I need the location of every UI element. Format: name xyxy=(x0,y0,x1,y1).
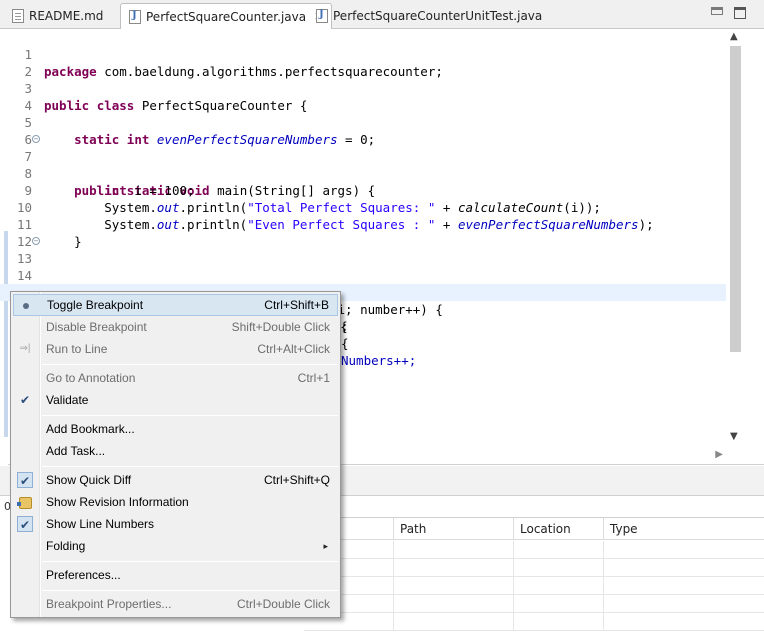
menu-item-label: Add Task... xyxy=(46,444,106,458)
revision-icon xyxy=(17,494,33,510)
menu-item-validate[interactable]: ✔ Validate xyxy=(13,389,338,411)
menu-separator xyxy=(42,364,338,365)
code-line: 13 − public static int calculateCount(in… xyxy=(0,233,726,300)
menu-item-shortcut: Ctrl+1 xyxy=(297,371,330,385)
code-line: 4 xyxy=(0,80,726,113)
maximize-icon[interactable] xyxy=(734,7,746,19)
menu-item-preferences[interactable]: Preferences... xyxy=(13,564,338,586)
code-line: 15 for (int number = 1; number <= i; num… xyxy=(0,267,726,317)
code-line: 6 xyxy=(0,114,726,147)
menu-item-label: Run to Line xyxy=(46,342,108,356)
menu-item-disable-breakpoint[interactable]: Disable Breakpoint Shift+Double Click xyxy=(13,316,338,338)
menu-item-toggle-breakpoint[interactable]: Toggle Breakpoint Ctrl+Shift+B xyxy=(13,294,338,316)
menu-item-show-line-numbers[interactable]: ✔ Show Line Numbers xyxy=(13,513,338,535)
code-line: 10 System.out.println("Even Perfect Squa… xyxy=(0,182,726,232)
menu-item-label: Preferences... xyxy=(46,568,121,582)
chevron-down-icon[interactable]: ▼ xyxy=(730,431,738,442)
menu-item-label: Disable Breakpoint xyxy=(46,320,147,334)
column-header[interactable]: Path xyxy=(394,518,514,540)
code-line: 1 package com.baeldung.algorithms.perfec… xyxy=(0,29,726,79)
code-line: 5 static int evenPerfectSquareNumbers = … xyxy=(0,97,726,147)
menu-item-show-revision-information[interactable]: Show Revision Information xyxy=(13,491,338,513)
menu-item-shortcut: Ctrl+Shift+Q xyxy=(263,473,330,487)
menu-item-add-task[interactable]: Add Task... xyxy=(13,440,338,462)
menu-item-label: Go to Annotation xyxy=(46,371,136,385)
check-icon: ✔ xyxy=(19,393,31,407)
fold-toggle-icon[interactable]: − xyxy=(32,237,40,245)
submenu-arrow-icon: ▸ xyxy=(323,541,328,551)
column-header[interactable]: Type xyxy=(604,518,764,540)
table-row xyxy=(304,595,764,613)
java-file-icon xyxy=(316,9,328,23)
code-line: 12 xyxy=(0,216,726,249)
menu-item-add-bookmark[interactable]: Add Bookmark... xyxy=(13,418,338,440)
menu-item-shortcut: Ctrl+Double Click xyxy=(236,597,330,611)
menu-item-breakpoint-properties[interactable]: Breakpoint Properties... Ctrl+Double Cli… xyxy=(13,593,338,615)
menu-item-label: Breakpoint Properties... xyxy=(46,597,172,611)
code-line: 9 System.out.println("Total Perfect Squa… xyxy=(0,165,726,215)
tab-perfect-square-counter[interactable]: PerfectSquareCounter.java ✕ xyxy=(120,3,333,29)
table-row xyxy=(304,559,764,577)
menu-item-label: Toggle Breakpoint xyxy=(47,298,144,312)
editor-tab-bar: README.md PerfectSquareCounter.java ✕ Pe… xyxy=(0,0,764,29)
menu-item-go-to-annotation[interactable]: Go to Annotation Ctrl+1 xyxy=(13,367,338,389)
document-icon xyxy=(12,9,24,23)
menu-item-label: Show Line Numbers xyxy=(46,517,155,531)
chevron-right-icon[interactable]: ▶ xyxy=(715,449,723,460)
tab-label: PerfectSquareCounter.java xyxy=(146,9,307,24)
menu-item-folding[interactable]: Folding ▸ xyxy=(13,535,338,557)
menu-item-shortcut: Ctrl+Shift+B xyxy=(264,298,329,312)
menu-item-show-quick-diff[interactable]: ✔ Show Quick Diff Ctrl+Shift+Q xyxy=(13,469,338,491)
code-line: 3 public class PerfectSquareCounter { xyxy=(0,63,726,113)
java-file-icon xyxy=(129,9,141,24)
column-header[interactable]: Location xyxy=(514,518,604,540)
tab-label: README.md xyxy=(29,9,104,23)
menu-separator xyxy=(42,590,338,591)
checkmark-icon: ✔ xyxy=(17,472,33,488)
menu-item-label: Validate xyxy=(46,393,89,407)
tab-readme[interactable]: README.md xyxy=(4,3,111,29)
menu-item-label: Add Bookmark... xyxy=(46,422,135,436)
code-line: 2 xyxy=(0,46,726,79)
code-line: 14 int perfectSquaresCount = 0; xyxy=(0,250,726,300)
code-text: Numbers++; xyxy=(341,353,417,368)
code-line: 11 } xyxy=(0,199,726,249)
menu-separator xyxy=(42,415,338,416)
code-line: 8 int i = 100; xyxy=(0,148,726,198)
menu-separator xyxy=(42,466,338,467)
menu-item-shortcut: Ctrl+Alt+Click xyxy=(257,342,330,356)
run-to-line-icon: ⇒| xyxy=(19,343,31,354)
menu-item-label: Folding xyxy=(46,539,86,553)
ruler-context-menu: Toggle Breakpoint Ctrl+Shift+B Disable B… xyxy=(10,291,341,618)
breakpoint-dot-icon xyxy=(18,298,34,314)
menu-item-label: Show Revision Information xyxy=(46,495,189,509)
code-line: 7 − public static void main(String[] arg… xyxy=(0,131,726,198)
menu-item-label: Show Quick Diff xyxy=(46,473,132,487)
checkmark-icon: ✔ xyxy=(17,516,33,532)
tab-perfect-square-counter-unit-test[interactable]: PerfectSquareCounterUnitTest.java xyxy=(308,3,550,29)
menu-item-shortcut: Shift+Double Click xyxy=(231,320,330,334)
fold-toggle-icon[interactable]: − xyxy=(32,135,40,143)
tab-label: PerfectSquareCounterUnitTest.java xyxy=(333,9,543,23)
scroll-thumb[interactable] xyxy=(730,46,741,352)
horizontal-scrollbar[interactable]: ▶ xyxy=(340,448,727,465)
minimize-icon[interactable] xyxy=(711,7,723,15)
menu-item-run-to-line[interactable]: ⇒| Run to Line Ctrl+Alt+Click xyxy=(13,338,338,360)
menu-separator xyxy=(42,561,338,562)
table-row xyxy=(304,613,764,631)
problems-table: rce Path Location Type xyxy=(304,517,764,632)
chevron-up-icon[interactable]: ▲ xyxy=(730,31,738,42)
table-row xyxy=(304,577,764,595)
table-row xyxy=(304,541,764,559)
vertical-scrollbar[interactable]: ▲ ▼ xyxy=(727,29,744,447)
